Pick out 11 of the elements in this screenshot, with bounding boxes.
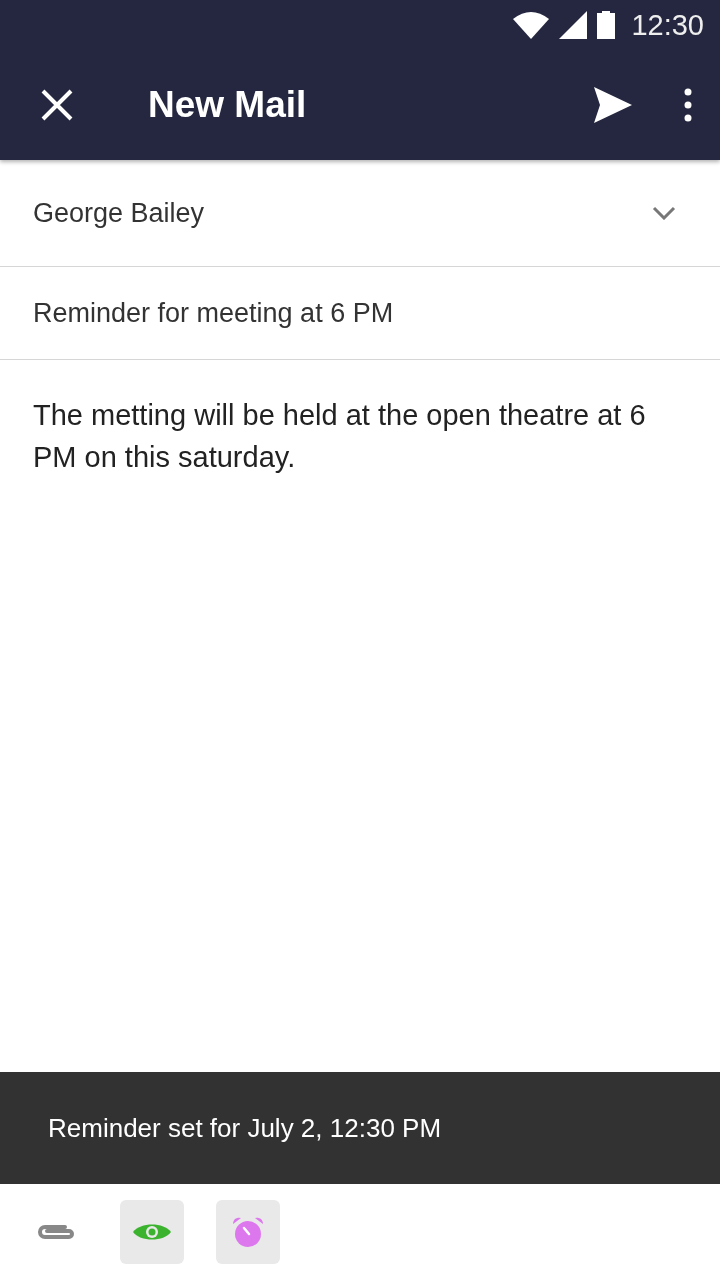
subject-field[interactable]: Reminder for meeting at 6 PM xyxy=(33,297,680,329)
recipient-field[interactable]: George Bailey xyxy=(33,197,648,229)
alarm-clock-icon xyxy=(231,1215,265,1249)
message-body[interactable]: The metting will be held at the open theatre at 6 PM on this saturday. xyxy=(33,394,680,478)
app-bar-title: New Mail xyxy=(148,84,308,126)
battery-icon xyxy=(597,11,616,39)
wifi-icon xyxy=(513,11,550,39)
eye-button[interactable] xyxy=(120,1200,184,1264)
status-time: 12:30 xyxy=(631,8,704,42)
snackbar-message: Reminder set for July 2, 12:30 PM xyxy=(48,1112,442,1144)
signal-icon xyxy=(559,11,588,39)
